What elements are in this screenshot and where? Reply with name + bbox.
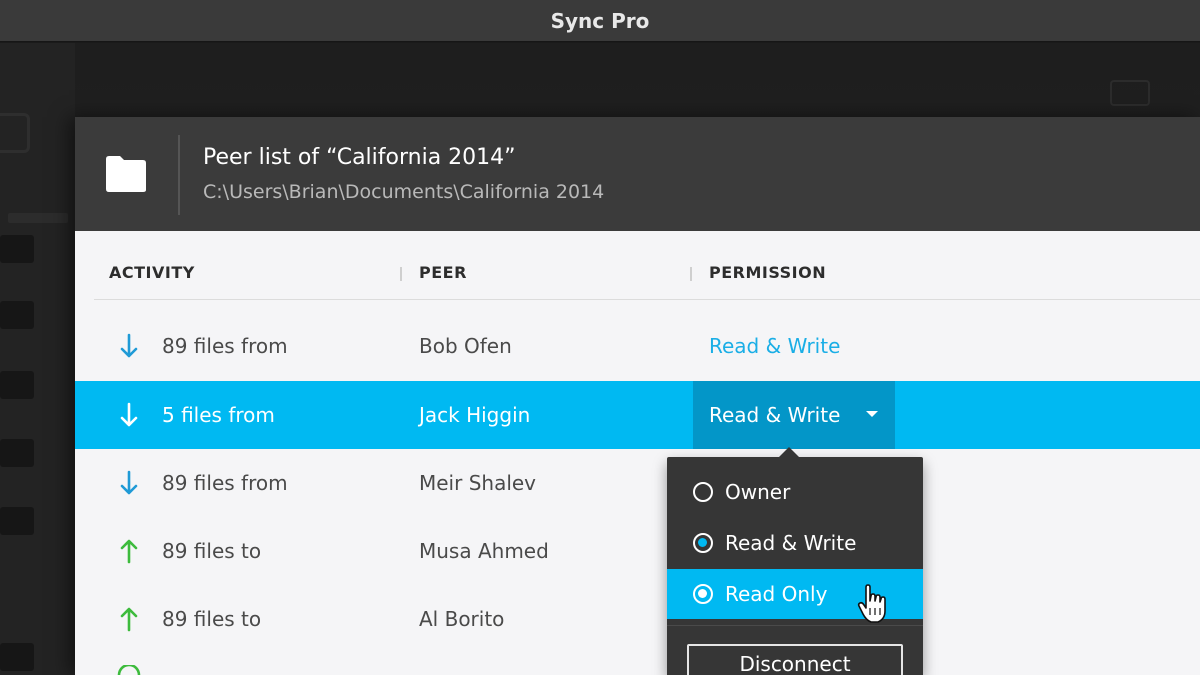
window-title: Sync Pro xyxy=(550,8,650,33)
upload-arrow-icon xyxy=(120,607,138,632)
activity-text: 89 files from xyxy=(162,471,288,495)
download-arrow-icon xyxy=(120,402,138,427)
table-row[interactable]: 89 files to Musa Ahmed xyxy=(75,517,1200,585)
permission-link[interactable]: Read & Write xyxy=(709,334,840,358)
menu-option-label: Read & Write xyxy=(725,531,857,555)
background-edit-icon xyxy=(0,371,34,399)
background-folder-icon xyxy=(0,235,34,263)
background-folder-icon xyxy=(0,507,34,535)
menu-divider xyxy=(667,625,923,626)
disconnect-button[interactable]: Disconnect xyxy=(687,644,903,675)
background-label xyxy=(8,213,68,223)
radio-hover-icon xyxy=(693,584,713,604)
menu-option-owner[interactable]: Owner xyxy=(667,467,923,517)
background-settings-icon xyxy=(1110,80,1150,106)
folder-icon xyxy=(106,156,146,192)
table-row[interactable]: 89 files to Al Borito xyxy=(75,585,1200,653)
column-header-permission[interactable]: PERMISSION xyxy=(709,263,826,282)
header-divider xyxy=(178,135,180,215)
background-logo-icon xyxy=(0,113,30,153)
activity-text: 89 files to xyxy=(162,607,262,631)
window-title-bar: Sync Pro xyxy=(0,0,1200,42)
peer-name: Bob Ofen xyxy=(419,334,512,358)
permission-menu: Owner Read & Write Read Only Disconnect xyxy=(667,447,923,675)
dialog-title: Peer list of “California 2014” xyxy=(203,145,516,170)
dialog-header: Peer list of “California 2014” C:\Users\… xyxy=(75,117,1200,231)
hand-pointer-cursor-icon xyxy=(857,584,886,623)
menu-option-label: Owner xyxy=(725,480,791,504)
upload-arrow-icon xyxy=(120,539,138,564)
menu-option-label: Read Only xyxy=(725,582,828,606)
folder-path: C:\Users\Brian\Documents\California 2014 xyxy=(203,181,605,203)
column-header-peer[interactable]: PEER xyxy=(419,263,467,282)
activity-text: 89 files from xyxy=(162,334,288,358)
peer-name: Al Borito xyxy=(419,607,505,631)
table-row-selected[interactable]: 5 files from Jack Higgin Read & Write xyxy=(75,381,1200,449)
column-separator[interactable] xyxy=(400,267,402,281)
activity-text: 89 files to xyxy=(162,539,262,563)
download-arrow-icon xyxy=(120,470,138,495)
peer-name: Jack Higgin xyxy=(419,403,531,427)
background-folder-icon xyxy=(0,439,34,467)
menu-option-read-write[interactable]: Read & Write xyxy=(667,518,923,568)
column-header-activity[interactable]: ACTIVITY xyxy=(109,263,195,282)
table-row[interactable]: 89 files from Bob Ofen Read & Write xyxy=(75,312,1200,380)
menu-pointer xyxy=(779,447,799,457)
column-separator[interactable] xyxy=(690,267,692,281)
background-folder-icon xyxy=(0,643,34,671)
background-sidebar xyxy=(0,43,75,675)
permission-dropdown-value: Read & Write xyxy=(709,403,841,427)
peer-list-dialog: Peer list of “California 2014” C:\Users\… xyxy=(75,117,1200,675)
background-folder-icon xyxy=(0,301,34,329)
radio-checked-icon xyxy=(693,533,713,553)
activity-text: 5 files from xyxy=(162,403,275,427)
download-arrow-icon xyxy=(120,333,138,358)
peer-name: Meir Shalev xyxy=(419,471,537,495)
header-divider-line xyxy=(94,299,1200,300)
permission-dropdown[interactable]: Read & Write xyxy=(693,381,895,449)
peer-name: Musa Ahmed xyxy=(419,539,549,563)
radio-unchecked-icon xyxy=(693,482,713,502)
status-icon xyxy=(117,665,141,675)
table-row[interactable]: 89 files from Meir Shalev xyxy=(75,449,1200,517)
caret-down-icon xyxy=(866,411,878,417)
